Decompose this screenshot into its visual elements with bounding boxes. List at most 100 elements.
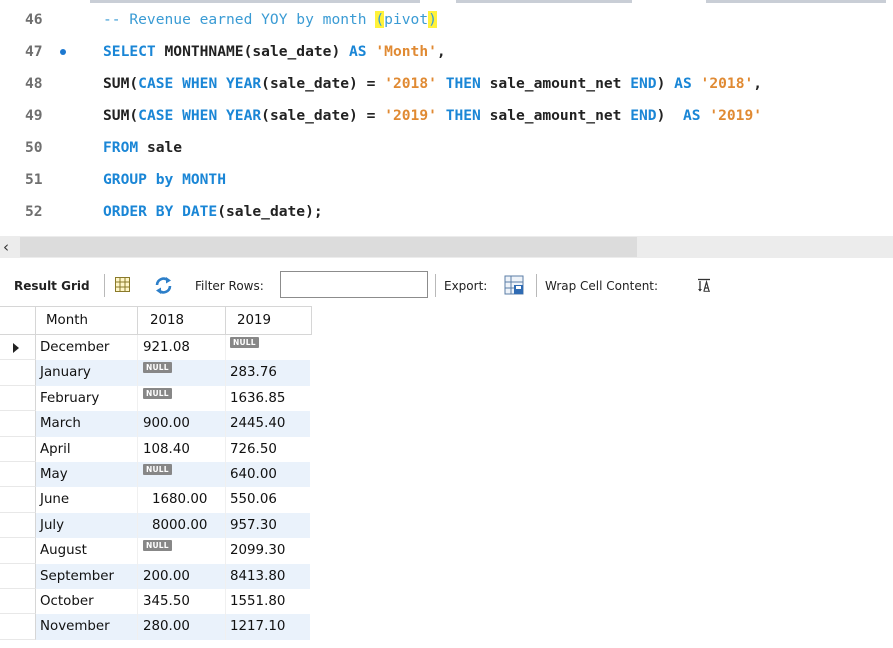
table-row[interactable]: October 345.50 1551.80 xyxy=(0,589,312,615)
grid-corner xyxy=(0,307,36,335)
cell-2019[interactable]: 1636.85 xyxy=(226,386,310,411)
line-number: 52 xyxy=(25,203,43,220)
cell-month[interactable]: March xyxy=(36,411,138,437)
toolbar-separator xyxy=(536,274,537,297)
cell-2018[interactable]: 900.00 xyxy=(138,411,226,437)
statement-marker-icon xyxy=(60,49,66,55)
null-badge: NULL xyxy=(143,540,172,552)
cell-2018[interactable]: NULL xyxy=(138,462,226,488)
row-selector[interactable] xyxy=(0,563,36,589)
null-badge: NULL xyxy=(143,362,172,374)
cell-month[interactable]: October xyxy=(36,589,138,615)
cell-2018[interactable]: NULL xyxy=(138,538,226,564)
cell-2018[interactable]: NULL xyxy=(138,385,226,412)
line-number: 49 xyxy=(25,107,43,124)
table-row[interactable]: July 8000.00 957.30 xyxy=(0,512,312,539)
scrollbar-thumb[interactable] xyxy=(20,237,637,257)
table-row[interactable]: January NULL 283.76 xyxy=(0,360,312,386)
cell-month[interactable]: August xyxy=(36,538,138,564)
row-selector[interactable] xyxy=(0,335,36,361)
table-row[interactable]: April 108.40 726.50 xyxy=(0,436,312,462)
code-text: SELECT MONTHNAME(sale_date) AS 'Month', xyxy=(103,43,446,60)
row-selector[interactable] xyxy=(0,411,36,437)
row-selector[interactable] xyxy=(0,436,36,462)
export-icon[interactable] xyxy=(503,274,525,296)
row-selector[interactable] xyxy=(0,512,36,539)
column-header-month[interactable]: Month xyxy=(36,307,138,335)
cell-month[interactable]: June xyxy=(36,487,138,513)
row-selector[interactable] xyxy=(0,589,36,615)
table-row[interactable]: March 900.00 2445.40 xyxy=(0,411,312,437)
cell-month[interactable]: September xyxy=(36,563,138,589)
sql-editor[interactable]: 46 -- Revenue earned YOY by month (pivot… xyxy=(0,0,893,234)
code-line-51[interactable]: 51 GROUP by MONTH xyxy=(0,164,893,196)
grid-view-icon[interactable] xyxy=(115,277,130,292)
table-row[interactable]: December 921.08 NULL xyxy=(0,335,312,361)
cell-2019[interactable]: 8413.80 xyxy=(226,563,310,589)
result-grid-tab[interactable]: Result Grid xyxy=(14,266,90,306)
null-badge: NULL xyxy=(143,387,172,399)
wrap-cell-content-label: Wrap Cell Content: xyxy=(545,279,659,293)
cell-month[interactable]: December xyxy=(36,335,138,361)
cell-2018[interactable]: 345.50 xyxy=(138,589,226,615)
table-row[interactable]: September 200.00 8413.80 xyxy=(0,563,312,589)
code-line-52[interactable]: 52 ORDER BY DATE(sale_date); xyxy=(0,196,893,228)
cell-2019[interactable]: NULL xyxy=(226,335,310,360)
cell-2018[interactable]: 108.40 xyxy=(138,436,226,462)
code-line-47[interactable]: 47 SELECT MONTHNAME(sale_date) AS 'Month… xyxy=(0,36,893,68)
code-text: SUM(CASE WHEN YEAR(sale_date) = '2019' T… xyxy=(103,107,763,124)
cell-month[interactable]: May xyxy=(36,462,138,488)
row-selector[interactable] xyxy=(0,360,36,386)
code-text: -- Revenue earned YOY by month (pivot) xyxy=(103,11,437,28)
code-text: GROUP by MONTH xyxy=(103,171,227,188)
cell-month[interactable]: April xyxy=(36,436,138,462)
table-row[interactable]: February NULL 1636.85 xyxy=(0,385,312,412)
code-line-46[interactable]: 46 -- Revenue earned YOY by month (pivot… xyxy=(0,4,893,36)
cell-2018[interactable]: NULL xyxy=(138,360,226,386)
current-row-arrow-icon xyxy=(13,343,19,353)
cell-month[interactable]: November xyxy=(36,614,138,640)
cell-2018[interactable]: 921.08 xyxy=(138,335,226,361)
cell-month[interactable]: January xyxy=(36,360,138,386)
row-selector[interactable] xyxy=(0,538,36,564)
cell-2019[interactable]: 1217.10 xyxy=(226,614,310,640)
null-badge: NULL xyxy=(230,337,259,348)
refresh-icon[interactable] xyxy=(153,275,174,296)
cell-2018[interactable]: 8000.00 xyxy=(138,512,226,539)
wrap-cell-icon[interactable] xyxy=(697,278,711,292)
export-label: Export: xyxy=(444,279,488,293)
cell-2019[interactable]: 957.30 xyxy=(226,512,310,539)
editor-horizontal-scrollbar[interactable]: ‹ xyxy=(0,236,893,258)
column-header-2019[interactable]: 2019 xyxy=(226,307,312,335)
cell-2018[interactable]: 200.00 xyxy=(138,563,226,589)
cell-month[interactable]: February xyxy=(36,385,138,412)
cell-2019[interactable]: 283.76 xyxy=(226,360,310,386)
row-selector[interactable] xyxy=(0,385,36,412)
row-selector[interactable] xyxy=(0,614,36,640)
code-line-50[interactable]: 50 FROM sale xyxy=(0,132,893,164)
table-row[interactable]: November 280.00 1217.10 xyxy=(0,614,312,640)
cell-2018[interactable]: 280.00 xyxy=(138,614,226,640)
row-selector[interactable] xyxy=(0,462,36,488)
code-line-48[interactable]: 48 SUM(CASE WHEN YEAR(sale_date) = '2018… xyxy=(0,68,893,100)
table-row[interactable]: May NULL 640.00 xyxy=(0,462,312,488)
scroll-left-icon[interactable]: ‹ xyxy=(3,237,15,257)
cell-month[interactable]: July xyxy=(36,512,138,539)
cell-2019[interactable]: 2099.30 xyxy=(226,538,310,563)
cell-2019[interactable]: 640.00 xyxy=(226,462,310,488)
row-selector[interactable] xyxy=(0,487,36,513)
line-number: 46 xyxy=(25,11,43,28)
cell-2019[interactable]: 1551.80 xyxy=(226,589,310,614)
cell-2018[interactable]: 1680.00 xyxy=(138,487,226,513)
table-row[interactable]: June 1680.00 550.06 xyxy=(0,487,312,513)
cell-2019[interactable]: 726.50 xyxy=(226,437,310,462)
line-number: 51 xyxy=(25,171,43,188)
table-row[interactable]: August NULL 2099.30 xyxy=(0,538,312,564)
filter-rows-input[interactable] xyxy=(280,271,428,298)
line-number: 48 xyxy=(25,75,43,92)
column-header-2018[interactable]: 2018 xyxy=(138,307,226,335)
code-line-49[interactable]: 49 SUM(CASE WHEN YEAR(sale_date) = '2019… xyxy=(0,100,893,132)
cell-2019[interactable]: 550.06 xyxy=(226,487,310,512)
cell-2019[interactable]: 2445.40 xyxy=(226,411,310,437)
toolbar-separator xyxy=(104,274,105,297)
